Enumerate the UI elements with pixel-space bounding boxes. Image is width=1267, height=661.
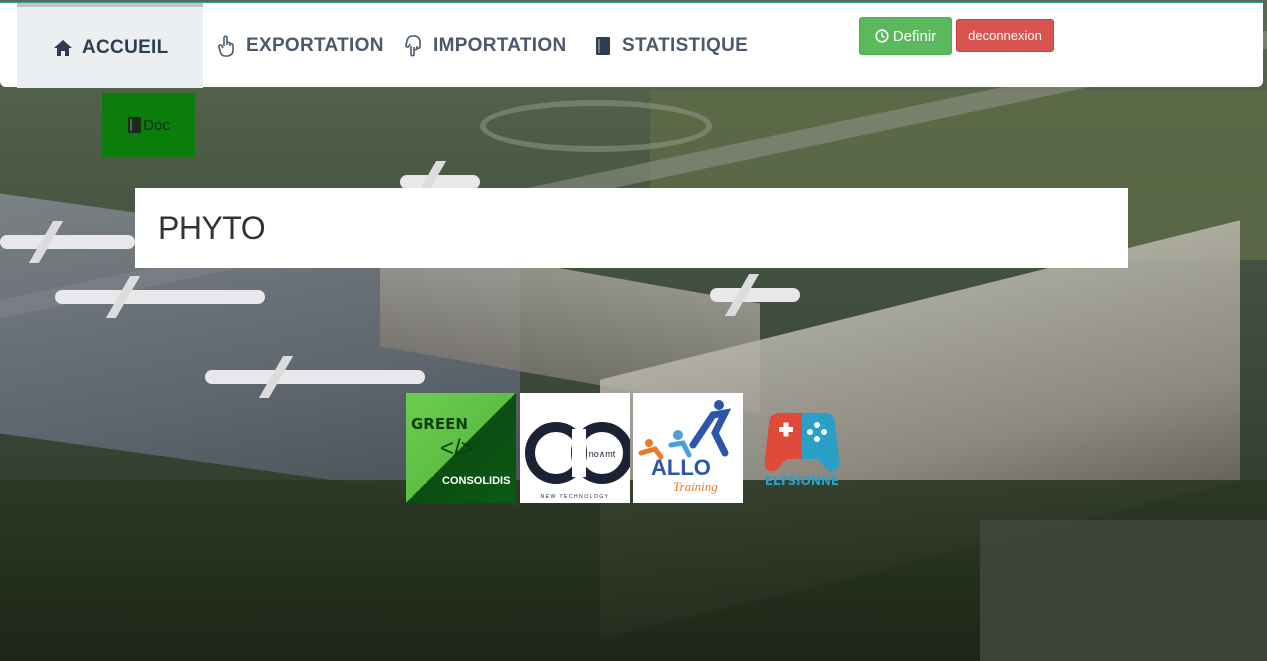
svg-text:no∧mt: no∧mt [589,449,616,459]
top-navbar: ACCUEIL EXPORTATION IMPORTATION STATISTI… [0,2,1263,88]
hand-pointer-up-icon [216,35,238,57]
nav-item-exportation[interactable]: EXPORTATION [216,3,384,88]
nav-label-importation: IMPORTATION [433,34,567,56]
nav-label-accueil: ACCUEIL [82,36,169,58]
nav-item-accueil[interactable]: ACCUEIL [17,3,203,88]
book-icon [127,116,143,134]
clock-icon [875,29,889,43]
page-title-panel: PHYTO [135,188,1128,268]
page-title: PHYTO [158,209,266,246]
nav-item-importation[interactable]: IMPORTATION [403,3,566,88]
deconnexion-button[interactable]: deconnexion [956,19,1054,52]
hand-pointer-down-icon [403,34,425,57]
allo-training-logo: ALLO Training [633,393,743,503]
home-icon [52,37,74,59]
green-consolidis-logo: GREEN </> CONSOLIDIS [406,393,516,503]
svg-text:ELYSIONNE: ELYSIONNE [765,474,839,488]
deconnexion-label: deconnexion [968,28,1042,43]
svg-text:ALLO: ALLO [651,455,711,480]
elysionne-logo: ELYSIONNE [747,393,857,503]
svg-text:NEW TECHNOLOGY: NEW TECHNOLOGY [541,494,610,500]
svg-text:Training: Training [673,479,718,494]
definir-label: Definir [892,27,937,45]
doc-label: Doc [143,116,170,134]
nav-item-statistique[interactable]: STATISTIQUE [592,3,748,88]
book-icon [592,35,614,57]
nav-label-statistique: STATISTIQUE [622,34,749,56]
nat-new-technology-logo: no∧mt NEW TECHNOLOGY [520,393,630,503]
nav-label-exportation: EXPORTATION [246,34,384,56]
doc-button[interactable]: Doc [102,93,195,157]
definir-button[interactable]: Definir [859,17,952,55]
